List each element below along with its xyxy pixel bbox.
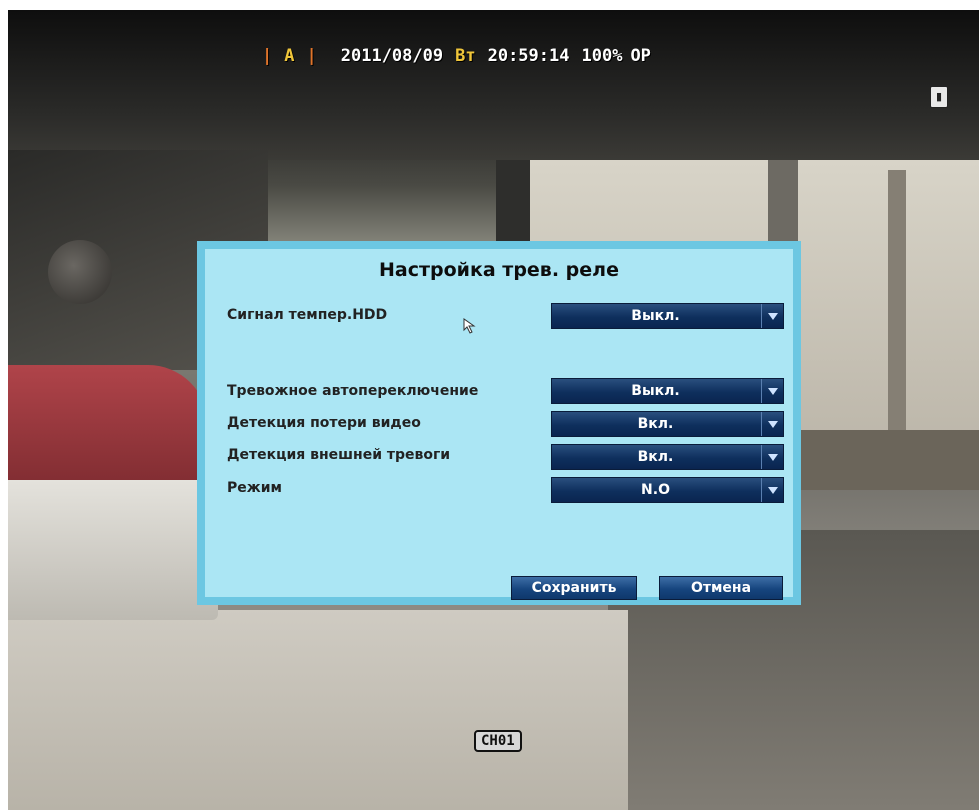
hdd-temp-signal-label: Сигнал темпер.HDD (227, 307, 388, 323)
alarm-autoswitch-dropdown[interactable]: Выкл. (551, 378, 784, 404)
alarm-relay-settings-dialog: Настройка трев. реле Сигнал темпер.HDD В… (197, 241, 801, 605)
chevron-down-icon[interactable] (761, 478, 783, 502)
alarm-autoswitch-label: Тревожное автопереключение (227, 383, 479, 399)
camera-background (8, 10, 979, 160)
mouse-cursor-icon (463, 318, 476, 334)
osd-date: 2011/08/09 (340, 46, 444, 66)
video-loss-detection-value: Вкл. (637, 416, 674, 432)
chevron-down-icon[interactable] (761, 445, 783, 469)
external-alarm-detection-value: Вкл. (637, 449, 674, 465)
save-button[interactable]: Сохранить (511, 576, 637, 600)
external-alarm-detection-label: Детекция внешней тревоги (227, 447, 451, 463)
osd-hdd-mode: OP (630, 46, 651, 66)
external-alarm-detection-dropdown[interactable]: Вкл. (551, 444, 784, 470)
osd-status-bar: | A | 2011/08/09 Вт 20:59:14 100% OP (262, 46, 663, 66)
chevron-down-icon[interactable] (761, 412, 783, 436)
osd-weekday: Вт (455, 46, 476, 66)
alarm-autoswitch-value: Выкл. (631, 383, 680, 399)
osd-hdd-usage: 100% (581, 46, 623, 66)
osd-time: 20:59:14 (487, 46, 570, 66)
video-loss-detection-dropdown[interactable]: Вкл. (551, 411, 784, 437)
hdd-temp-signal-value: Выкл. (631, 308, 680, 324)
record-mode-indicator: | A | (262, 46, 317, 66)
channel-label: CH01 (474, 730, 522, 752)
dialog-title: Настройка трев. реле (379, 259, 619, 281)
chevron-down-icon[interactable] (761, 304, 783, 328)
chevron-down-icon[interactable] (761, 379, 783, 403)
mode-value: N.O (641, 482, 670, 498)
video-loss-detection-label: Детекция потери видео (227, 415, 421, 431)
mode-label: Режим (227, 480, 282, 496)
hdd-temp-signal-dropdown[interactable]: Выкл. (551, 303, 784, 329)
cancel-button[interactable]: Отмена (659, 576, 783, 600)
mode-dropdown[interactable]: N.O (551, 477, 784, 503)
hdd-icon: ▮ (930, 86, 948, 108)
